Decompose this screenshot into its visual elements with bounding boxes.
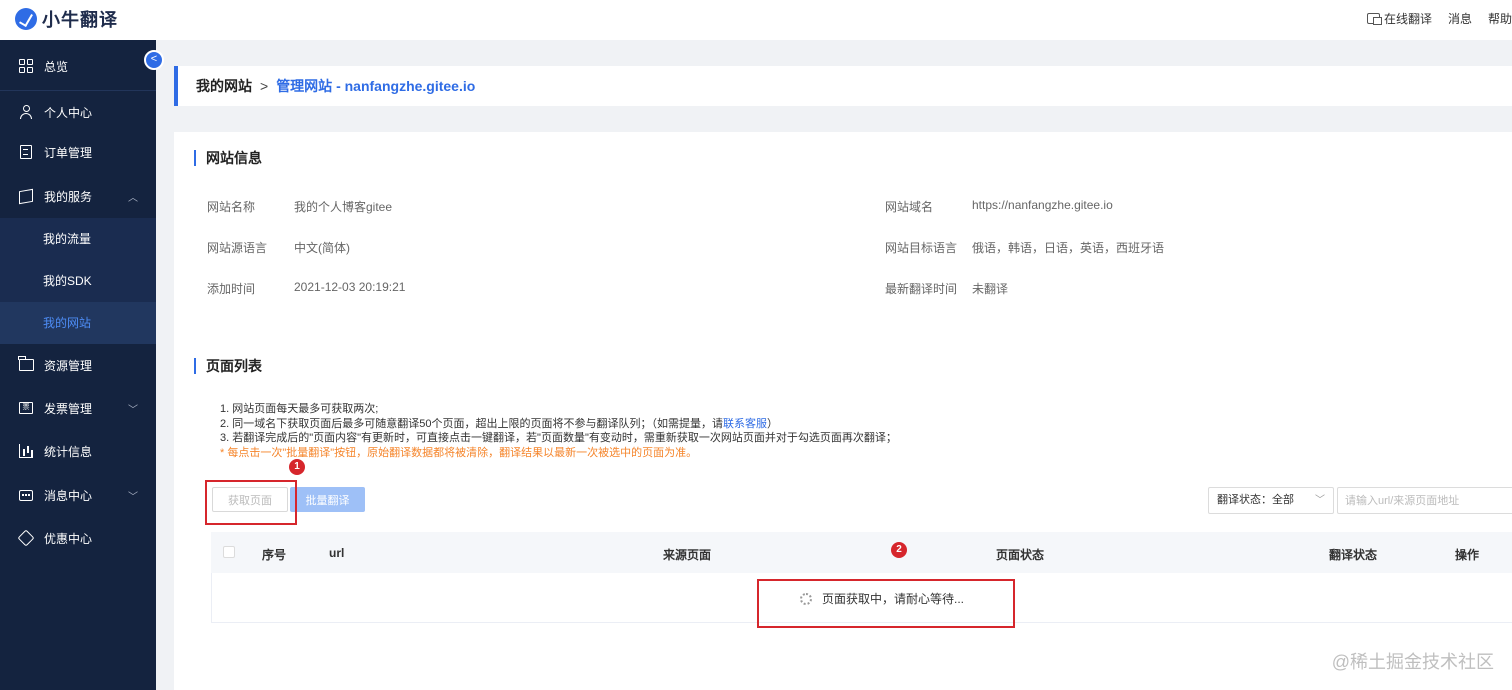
url-search-input[interactable] xyxy=(1337,487,1512,514)
sidebar-item-label: 订单管理 xyxy=(44,145,93,160)
site-name-value: 我的个人博客gitee xyxy=(294,200,393,214)
chevron-down-icon: ﹀ xyxy=(1315,495,1325,506)
table-header: 序号 url 来源页面 页面状态 翻译状态 操作 xyxy=(211,532,1512,573)
sidebar-item-label: 总览 xyxy=(44,59,69,74)
sidebar-collapse-button[interactable]: < xyxy=(144,50,164,70)
chevron-up-icon: ︿ xyxy=(128,193,138,204)
sidebar: 总览 个人中心 订单管理 我的服务 ︿ 我的流量 我的SDK 我的网站 资源管理… xyxy=(0,40,156,690)
sidebar-item-label: 我的服务 xyxy=(44,189,93,204)
sidebar-item-label: 个人中心 xyxy=(44,105,93,120)
translate-status-select[interactable]: 翻译状态：全部 ﹀ xyxy=(1208,487,1334,514)
breadcrumb: 我的网站 > 管理网站 - nanfangzhe.gitee.io xyxy=(174,66,1512,106)
page-list-title: 页面列表 xyxy=(194,358,262,374)
sidebar-item-profile[interactable]: 个人中心 xyxy=(0,91,156,133)
batch-translate-button[interactable]: 批量翻译 xyxy=(290,487,365,512)
site-info-title: 网站信息 xyxy=(194,150,262,166)
online-translate-link[interactable]: 在线翻译 xyxy=(1366,10,1432,27)
target-lang-value: 俄语，韩语，日语，英语，西班牙语 xyxy=(972,241,1165,255)
note-2-text: 2. 同一域名下获取页面后最多可随意翻译50个页面，超出上限的页面将不参与翻译队… xyxy=(220,417,723,430)
column-page-status: 页面状态 xyxy=(996,548,1045,562)
invoice-icon: 票 xyxy=(18,400,34,416)
sidebar-item-coupons[interactable]: 优惠中心 xyxy=(0,517,156,559)
chevron-down-icon: ﹀ xyxy=(128,492,138,503)
source-lang-label: 网站源语言 xyxy=(207,241,268,255)
note-2: 2. 同一域名下获取页面后最多可随意翻译50个页面，超出上限的页面将不参与翻译队… xyxy=(220,417,897,432)
help-link[interactable]: 帮助 xyxy=(1488,10,1512,27)
added-time-value: 2021-12-03 20:19:21 xyxy=(294,280,406,294)
sidebar-item-label: 发票管理 xyxy=(44,401,93,416)
sidebar-subitem-websites[interactable]: 我的网站 xyxy=(0,302,156,344)
target-lang-label: 网站目标语言 xyxy=(885,241,958,255)
user-icon xyxy=(18,104,34,120)
last-translate-value: 未翻译 xyxy=(972,282,1009,296)
grid-icon xyxy=(18,58,34,74)
online-translate-label: 在线翻译 xyxy=(1383,12,1432,26)
watermark: @稀土掘金技术社区 xyxy=(1331,652,1494,672)
sidebar-item-orders[interactable]: 订单管理 xyxy=(0,131,156,173)
box-icon xyxy=(18,188,34,204)
document-icon xyxy=(18,144,34,160)
chart-icon xyxy=(18,443,34,459)
annotation-badge-1: 1 xyxy=(289,459,305,475)
logo-text: 小牛翻译 xyxy=(42,10,118,30)
sidebar-item-messages[interactable]: 消息中心 ﹀ xyxy=(0,474,156,516)
top-right-menu: 在线翻译 消息 帮助 xyxy=(1351,10,1512,27)
top-bar: 小牛翻译 在线翻译 消息 帮助 xyxy=(0,0,1512,40)
select-all-checkbox[interactable] xyxy=(223,546,235,558)
contact-support-link[interactable]: 联系客服 xyxy=(723,418,767,430)
sidebar-item-label: 统计信息 xyxy=(44,444,93,459)
note-2-suffix: ） xyxy=(766,417,778,430)
sidebar-item-label: 资源管理 xyxy=(44,358,93,373)
logo[interactable]: 小牛翻译 xyxy=(15,6,118,32)
column-source-page: 来源页面 xyxy=(663,548,712,562)
chevron-right-icon: > xyxy=(260,78,269,94)
site-domain-label: 网站域名 xyxy=(885,200,934,214)
page-list-notes: 1. 网站页面每天最多可获取两次; 2. 同一域名下获取页面后最多可随意翻译50… xyxy=(220,402,897,460)
messages-link[interactable]: 消息 xyxy=(1448,10,1472,27)
sidebar-subitem-traffic[interactable]: 我的流量 xyxy=(0,218,156,260)
sidebar-item-invoices[interactable]: 票 发票管理 ﹀ xyxy=(0,387,156,429)
sidebar-subitem-sdk[interactable]: 我的SDK xyxy=(0,260,156,302)
last-translate-label: 最新翻译时间 xyxy=(885,282,958,296)
breadcrumb-my-websites[interactable]: 我的网站 xyxy=(196,76,252,96)
site-name-label: 网站名称 xyxy=(207,200,256,214)
note-3: 3. 若翻译完成后的"页面内容"有更新时，可直接点击一键翻译，若"页面数量"有变… xyxy=(220,432,897,444)
sidebar-item-label: 消息中心 xyxy=(44,488,93,503)
logo-icon xyxy=(15,8,37,30)
annotation-box-1 xyxy=(205,480,297,525)
breadcrumb-current: 管理网站 - nanfangzhe.gitee.io xyxy=(276,78,476,94)
folder-icon xyxy=(18,356,34,373)
translate-icon xyxy=(1366,13,1382,25)
translate-status-value: 翻译状态：全部 xyxy=(1217,494,1294,506)
sidebar-item-statistics[interactable]: 统计信息 xyxy=(0,430,156,472)
column-url: url xyxy=(329,546,345,560)
tag-icon xyxy=(17,529,35,547)
note-1: 1. 网站页面每天最多可获取两次; xyxy=(220,403,379,415)
sidebar-item-overview[interactable]: 总览 xyxy=(0,45,156,87)
site-domain-value: https://nanfangzhe.gitee.io xyxy=(972,198,1113,212)
message-icon xyxy=(18,487,34,503)
sidebar-item-resources[interactable]: 资源管理 xyxy=(0,344,156,386)
annotation-box-2 xyxy=(757,579,1015,628)
source-lang-value: 中文(简体) xyxy=(294,241,350,255)
column-actions: 操作 xyxy=(1455,548,1480,562)
sidebar-item-services[interactable]: 我的服务 ︿ xyxy=(0,175,156,217)
column-translate-status: 翻译状态 xyxy=(1329,548,1378,562)
sidebar-item-label: 优惠中心 xyxy=(44,531,93,546)
chevron-down-icon: ﹀ xyxy=(128,405,138,416)
annotation-badge-2: 2 xyxy=(891,542,907,558)
added-time-label: 添加时间 xyxy=(207,282,256,296)
batch-warning: * 每点击一次"批量翻译"按钮，原始翻译数据都将被清除，翻译结果以最新一次被选中… xyxy=(220,446,698,459)
column-index: 序号 xyxy=(262,548,287,562)
